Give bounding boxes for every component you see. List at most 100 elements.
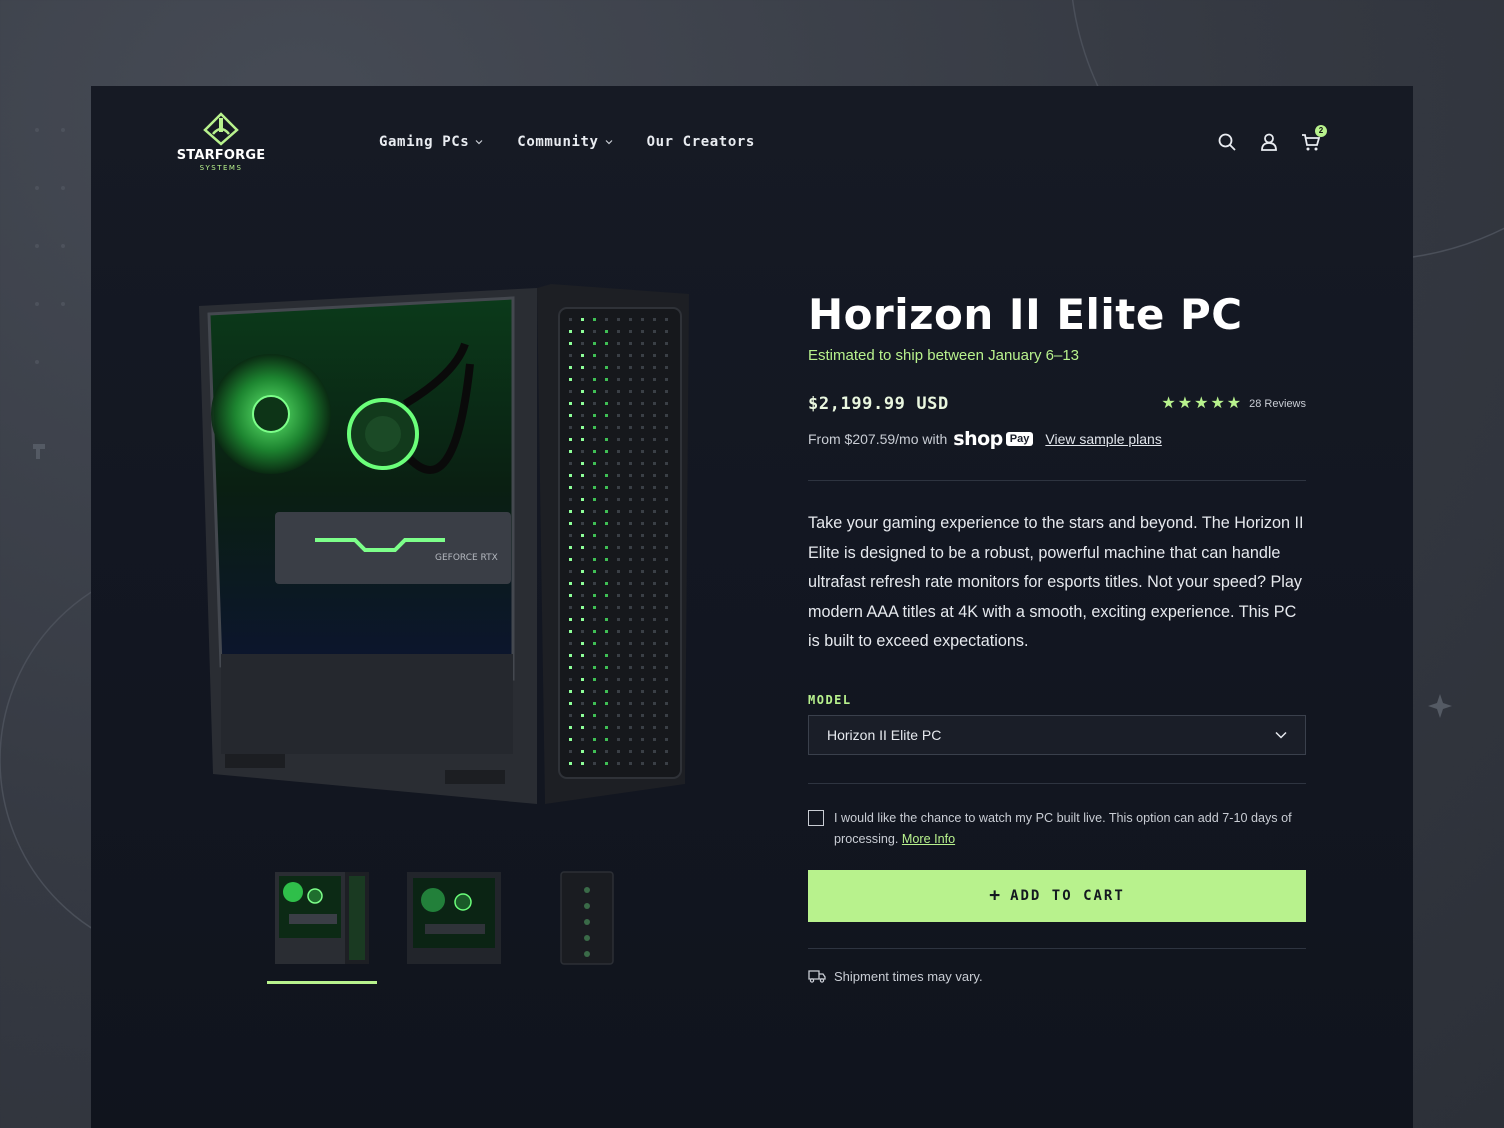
- mesh-dot: [605, 762, 608, 765]
- mesh-dot: [581, 438, 584, 441]
- search-icon[interactable]: [1217, 132, 1237, 152]
- cart-icon[interactable]: 2: [1301, 125, 1327, 152]
- mesh-dot: [653, 546, 656, 549]
- user-icon[interactable]: [1259, 132, 1279, 152]
- mesh-dot: [653, 486, 656, 489]
- rating[interactable]: ★ ★ ★ ★ ★ 28 Reviews: [1161, 396, 1306, 412]
- thumbnail-side-view[interactable]: [399, 866, 509, 984]
- mesh-dot: [641, 642, 644, 645]
- mesh-dot: [653, 630, 656, 633]
- mesh-dot: [629, 618, 632, 621]
- mesh-dot: [629, 546, 632, 549]
- mesh-dot: [653, 534, 656, 537]
- brand-logo[interactable]: STARFORGE SYSTEMS: [165, 112, 277, 176]
- mesh-dot: [641, 438, 644, 441]
- mesh-dot: [641, 534, 644, 537]
- mesh-dot: [617, 702, 620, 705]
- mesh-dot: [641, 762, 644, 765]
- mesh-dot: [653, 642, 656, 645]
- mesh-dot: [593, 438, 596, 441]
- mesh-dot: [665, 522, 668, 525]
- product-main-image[interactable]: GEFORCE RTX: [195, 284, 715, 814]
- mesh-dot: [593, 390, 596, 393]
- model-label: MODEL: [808, 692, 852, 707]
- mesh-dot: [629, 462, 632, 465]
- mesh-dot: [617, 342, 620, 345]
- gpu-label: GEFORCE RTX: [435, 553, 498, 563]
- mesh-dot: [581, 426, 584, 429]
- mesh-dot: [617, 606, 620, 609]
- mesh-dot: [629, 498, 632, 501]
- nav-community[interactable]: Community: [517, 134, 612, 150]
- mesh-dot: [593, 690, 596, 693]
- thumbnail-front-view[interactable]: [531, 866, 641, 984]
- mesh-dot: [593, 522, 596, 525]
- mesh-dot: [653, 378, 656, 381]
- mesh-dot: [605, 546, 608, 549]
- mesh-dot: [641, 354, 644, 357]
- nav-gaming-pcs[interactable]: Gaming PCs: [379, 134, 483, 150]
- mesh-dot: [629, 354, 632, 357]
- mesh-dot: [581, 498, 584, 501]
- add-to-cart-button[interactable]: + ADD TO CART: [808, 869, 1306, 922]
- mesh-dot: [629, 606, 632, 609]
- mesh-dot: [581, 738, 584, 741]
- mesh-dot: [605, 342, 608, 345]
- mesh-dot: [569, 678, 572, 681]
- mesh-dot: [653, 522, 656, 525]
- mesh-dot: [605, 702, 608, 705]
- mesh-dot: [569, 414, 572, 417]
- mesh-dot: [617, 726, 620, 729]
- mesh-dot: [617, 714, 620, 717]
- mesh-dot: [605, 570, 608, 573]
- mesh-dot: [617, 402, 620, 405]
- mesh-dot: [581, 630, 584, 633]
- mesh-dot: [617, 390, 620, 393]
- mesh-dot: [605, 690, 608, 693]
- mesh-dot: [617, 666, 620, 669]
- mesh-dot: [569, 582, 572, 585]
- mesh-dot: [569, 330, 572, 333]
- mesh-dot: [665, 630, 668, 633]
- mesh-dot: [665, 570, 668, 573]
- mesh-dot: [593, 354, 596, 357]
- mesh-dot: [569, 450, 572, 453]
- mesh-dot: [653, 762, 656, 765]
- mesh-dot: [629, 630, 632, 633]
- mesh-dot: [569, 342, 572, 345]
- mesh-dot: [605, 666, 608, 669]
- mesh-dot: [641, 714, 644, 717]
- mesh-dot: [665, 438, 668, 441]
- mesh-dot: [665, 654, 668, 657]
- view-sample-plans-link[interactable]: View sample plans: [1045, 431, 1161, 447]
- review-count: 28 Reviews: [1249, 398, 1306, 410]
- mesh-dot: [605, 678, 608, 681]
- mesh-dot: [605, 594, 608, 597]
- mesh-dot: [569, 474, 572, 477]
- mesh-dot: [569, 594, 572, 597]
- more-info-link[interactable]: More Info: [902, 832, 955, 846]
- nav-community-label: Community: [517, 134, 599, 150]
- mesh-dot: [629, 414, 632, 417]
- mesh-dot: [593, 546, 596, 549]
- mesh-dot: [641, 726, 644, 729]
- mesh-dot: [629, 318, 632, 321]
- nav-our-creators[interactable]: Our Creators: [647, 134, 755, 150]
- build-live-checkbox[interactable]: [808, 809, 824, 826]
- mesh-dot: [641, 654, 644, 657]
- mesh-dot: [641, 414, 644, 417]
- star-icon: ★: [1210, 395, 1225, 412]
- mesh-dot: [617, 546, 620, 549]
- brand-subtitle: SYSTEMS: [199, 164, 243, 172]
- mesh-dot: [665, 546, 668, 549]
- mesh-dot: [593, 678, 596, 681]
- model-select[interactable]: Horizon II Elite PC: [808, 714, 1306, 755]
- mesh-dot: [593, 366, 596, 369]
- mesh-dot: [605, 582, 608, 585]
- mesh-dot: [629, 642, 632, 645]
- thumbnail-angle-view[interactable]: [267, 866, 377, 984]
- mesh-dot: [581, 570, 584, 573]
- mesh-dot: [653, 438, 656, 441]
- mesh-dot: [617, 438, 620, 441]
- mesh-dot: [569, 390, 572, 393]
